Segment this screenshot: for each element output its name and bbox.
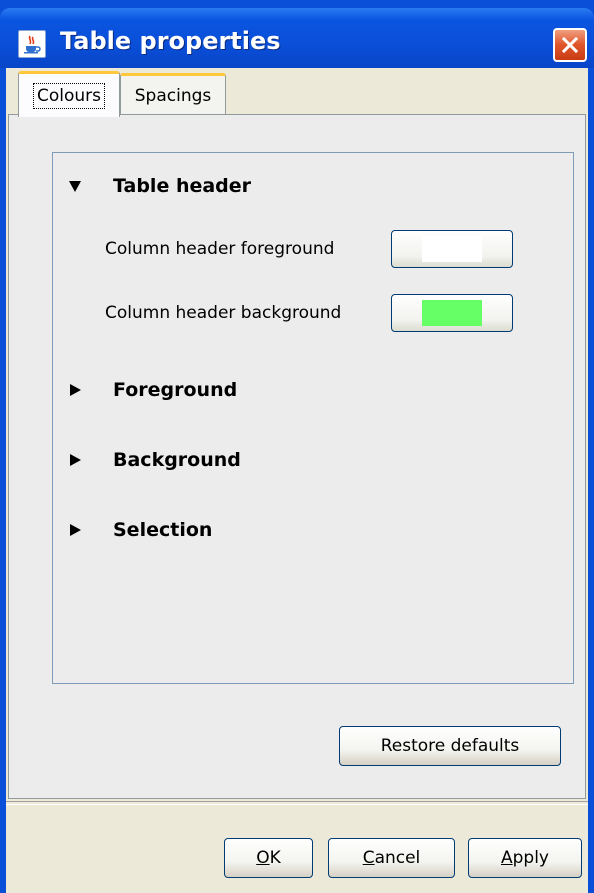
separator (6, 801, 588, 805)
close-button[interactable] (553, 28, 587, 62)
colour-sections-panel: Table header Column header foreground Co… (52, 152, 574, 684)
tab-colours-label: Colours (32, 82, 105, 109)
foreground-color-swatch (422, 236, 482, 262)
section-foreground-label: Foreground (113, 379, 238, 401)
triangle-right-icon (65, 519, 87, 541)
apply-rest: pply (512, 848, 549, 868)
tab-colours[interactable]: Colours (18, 71, 120, 117)
section-background[interactable]: Background (65, 449, 241, 471)
section-table-header-label: Table header (113, 175, 252, 197)
ok-mnemonic: O (256, 848, 270, 868)
window-title: Table properties (60, 27, 281, 55)
section-background-label: Background (113, 449, 241, 471)
column-header-background-label: Column header background (105, 303, 342, 323)
close-icon (561, 36, 579, 54)
dialog-window: Table properties Colours Spacings Table … (0, 0, 594, 893)
tab-spacings-label: Spacings (134, 85, 212, 106)
java-coffee-cup-icon (18, 30, 46, 58)
apply-button[interactable]: Apply (468, 838, 582, 878)
cancel-button[interactable]: Cancel (328, 838, 455, 878)
column-header-foreground-color-button[interactable] (391, 230, 513, 268)
triangle-right-icon (65, 449, 87, 471)
apply-mnemonic: A (500, 848, 513, 868)
ok-button[interactable]: OK (224, 838, 313, 878)
column-header-foreground-label: Column header foreground (105, 239, 335, 259)
section-selection[interactable]: Selection (65, 519, 212, 541)
restore-defaults-button[interactable]: Restore defaults (339, 726, 561, 766)
tab-panel-colours: Table header Column header foreground Co… (8, 114, 586, 799)
section-foreground[interactable]: Foreground (65, 379, 237, 401)
triangle-down-icon (65, 175, 87, 197)
section-selection-label: Selection (113, 519, 213, 541)
column-header-background-color-button[interactable] (391, 294, 513, 332)
triangle-right-icon (65, 379, 87, 401)
ok-rest: K (269, 848, 281, 868)
title-bar[interactable]: Table properties (0, 8, 594, 68)
tab-spacings[interactable]: Spacings (120, 73, 226, 115)
section-table-header[interactable]: Table header (65, 175, 251, 197)
dialog-content: Colours Spacings Table header Column hea… (6, 68, 588, 893)
cancel-mnemonic: C (362, 848, 375, 868)
background-color-swatch (422, 300, 482, 326)
cancel-rest: ancel (374, 848, 421, 868)
